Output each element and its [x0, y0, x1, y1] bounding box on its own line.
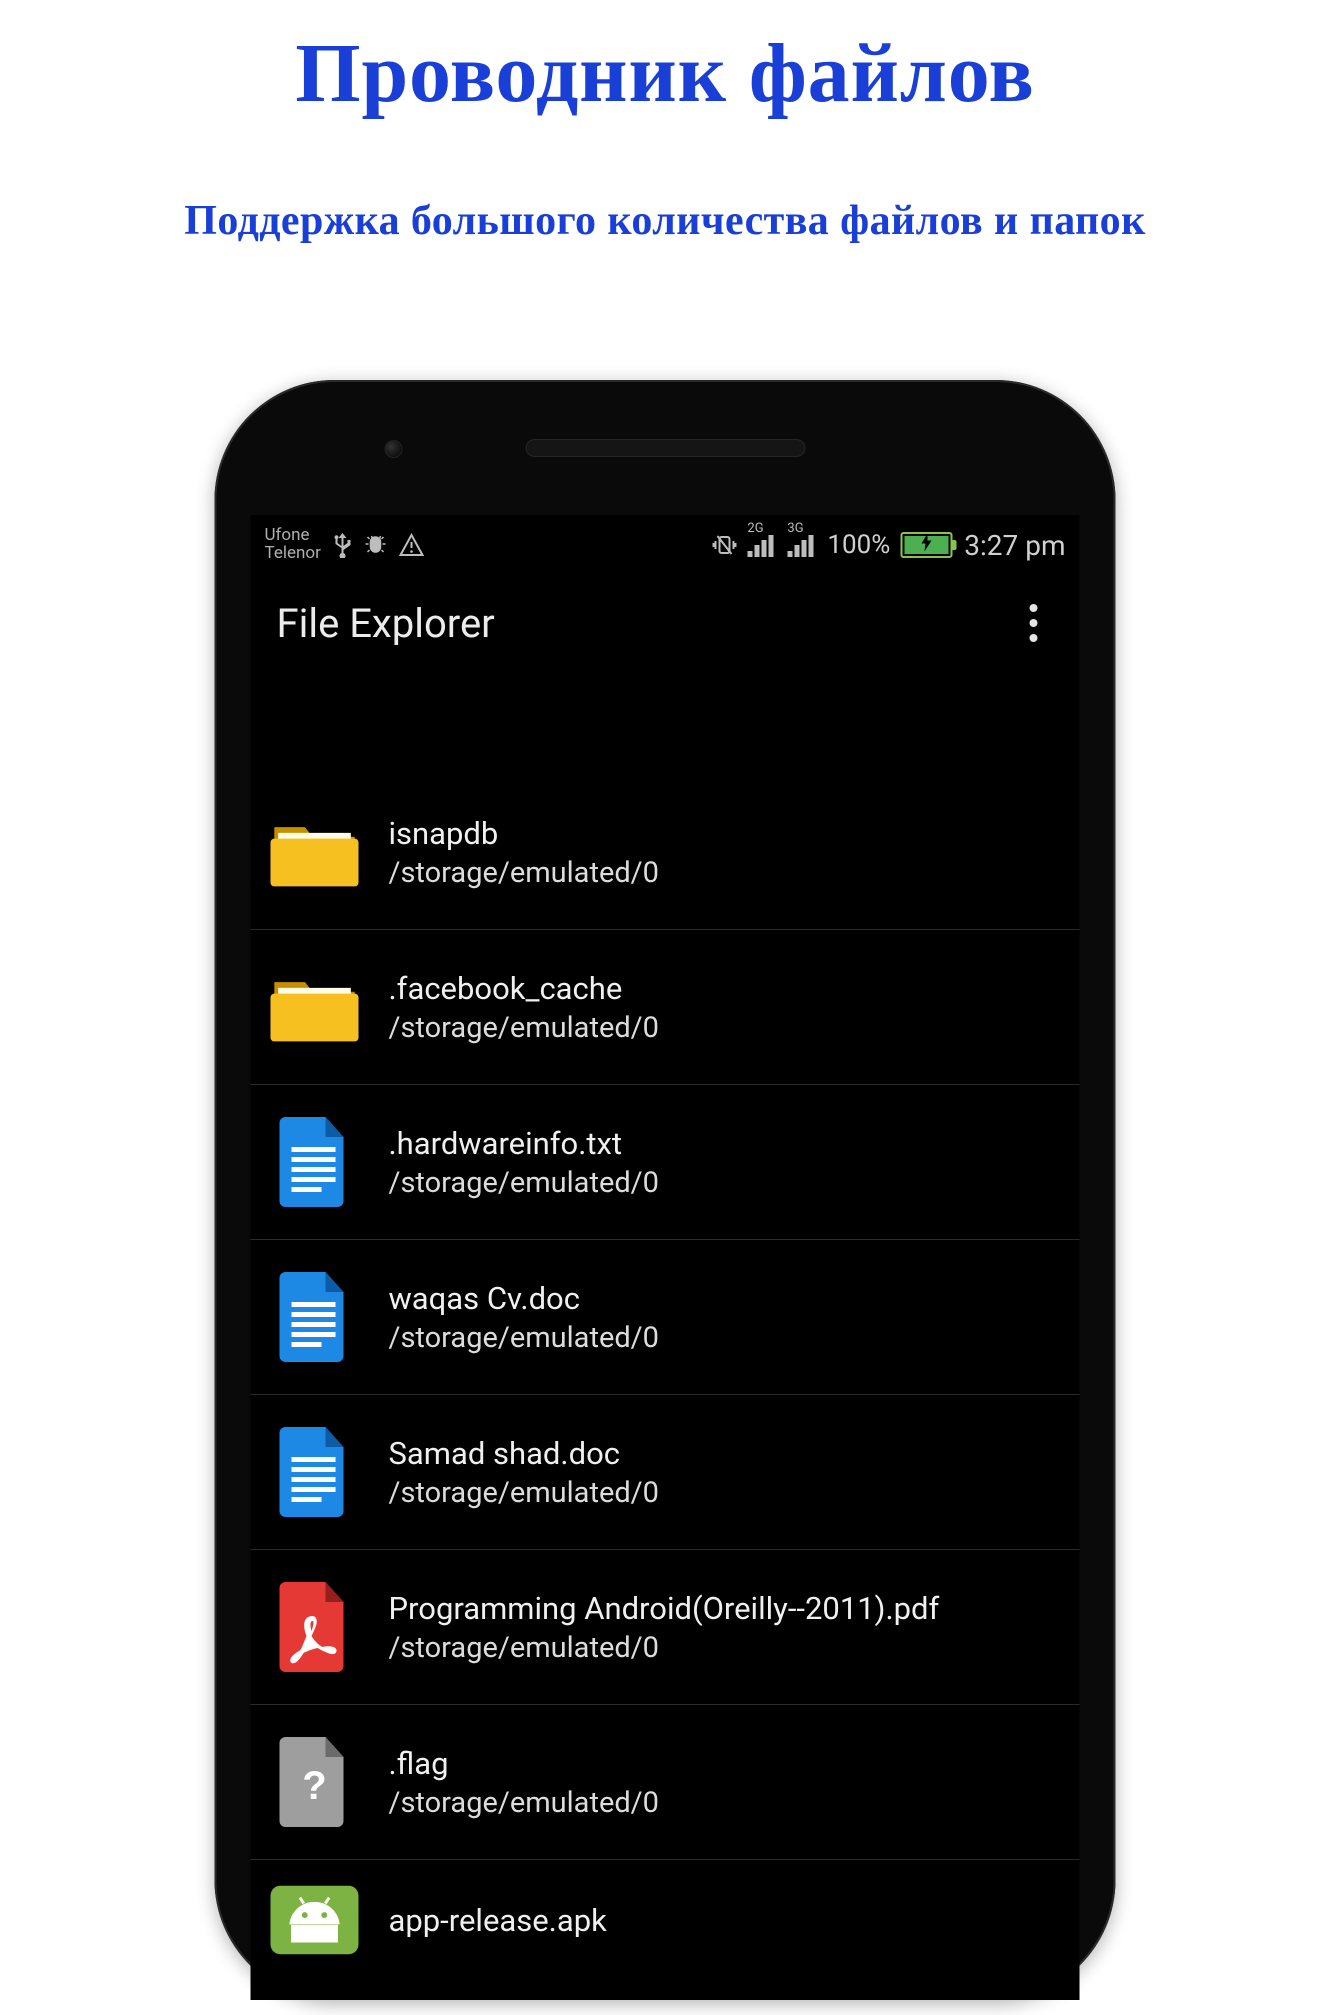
vibrate-icon [711, 533, 737, 557]
signal-2g-label: 2G [747, 521, 763, 536]
status-bar: Ufone Telenor 2G [251, 515, 1080, 575]
list-item[interactable]: .hardwareinfo.txt /storage/emulated/0 [251, 1085, 1080, 1240]
list-item[interactable]: app-release.apk [251, 1860, 1080, 1980]
svg-text:?: ? [302, 1764, 326, 1808]
page-title: Проводник файлов [0, 25, 1330, 122]
battery-icon [900, 532, 952, 558]
warning-icon [399, 533, 425, 557]
folder-icon [271, 808, 359, 896]
file-path: /storage/emulated/0 [389, 1476, 659, 1510]
file-name: isnapdb [389, 815, 659, 852]
usb-icon [333, 532, 353, 558]
list-item[interactable]: .facebook_cache /storage/emulated/0 [251, 930, 1080, 1085]
file-path: /storage/emulated/0 [389, 1011, 659, 1045]
pdf-icon [271, 1583, 359, 1671]
file-name: .flag [389, 1745, 659, 1782]
front-camera [385, 440, 403, 458]
file-path: /storage/emulated/0 [389, 1786, 659, 1820]
unknown-file-icon: ? [271, 1738, 359, 1826]
speaker-grill [525, 439, 805, 457]
file-path: /storage/emulated/0 [389, 1631, 940, 1665]
file-path: /storage/emulated/0 [389, 1166, 659, 1200]
battery-percent: 100% [827, 530, 890, 560]
app-bar: File Explorer [251, 575, 1080, 671]
file-path: /storage/emulated/0 [389, 1321, 659, 1355]
list-item[interactable]: waqas Cv.doc /storage/emulated/0 [251, 1240, 1080, 1395]
phone-screen: Ufone Telenor 2G [251, 515, 1080, 2000]
file-name: waqas Cv.doc [389, 1280, 659, 1317]
list-item[interactable]: Samad shad.doc /storage/emulated/0 [251, 1395, 1080, 1550]
carrier-2: Telenor [265, 545, 321, 563]
list-item[interactable]: ? .flag /storage/emulated/0 [251, 1705, 1080, 1860]
list-item[interactable]: isnapdb /storage/emulated/0 [251, 775, 1080, 930]
phone-top [215, 380, 1116, 515]
status-right: 2G 3G 100% 3:27 pm [711, 529, 1065, 562]
carrier-labels: Ufone Telenor [265, 527, 321, 563]
document-icon [271, 1118, 359, 1206]
file-path: /storage/emulated/0 [389, 856, 659, 890]
signal-3g-icon: 3G [787, 533, 817, 557]
file-name: Programming Android(Oreilly--2011).pdf [389, 1590, 940, 1627]
status-left: Ufone Telenor [265, 527, 425, 563]
phone-frame: Ufone Telenor 2G [215, 380, 1116, 2000]
folder-icon [271, 963, 359, 1051]
list-item[interactable]: Programming Android(Oreilly--2011).pdf /… [251, 1550, 1080, 1705]
debug-icon [365, 534, 387, 556]
apk-icon [271, 1876, 359, 1964]
document-icon [271, 1273, 359, 1361]
file-name: Samad shad.doc [389, 1435, 659, 1472]
file-name: app-release.apk [389, 1902, 607, 1939]
file-name: .hardwareinfo.txt [389, 1125, 659, 1162]
file-list[interactable]: isnapdb /storage/emulated/0 .facebook_ca… [251, 775, 1080, 1980]
file-name: .facebook_cache [389, 970, 659, 1007]
overflow-menu-icon[interactable] [1014, 604, 1054, 642]
document-icon [271, 1428, 359, 1516]
signal-2g-icon: 2G [747, 533, 777, 557]
page-subtitle: Поддержка большого количества файлов и п… [0, 197, 1330, 245]
app-spacer [251, 671, 1080, 775]
app-title: File Explorer [277, 600, 1014, 647]
signal-3g-label: 3G [787, 521, 803, 536]
clock: 3:27 pm [964, 529, 1065, 562]
